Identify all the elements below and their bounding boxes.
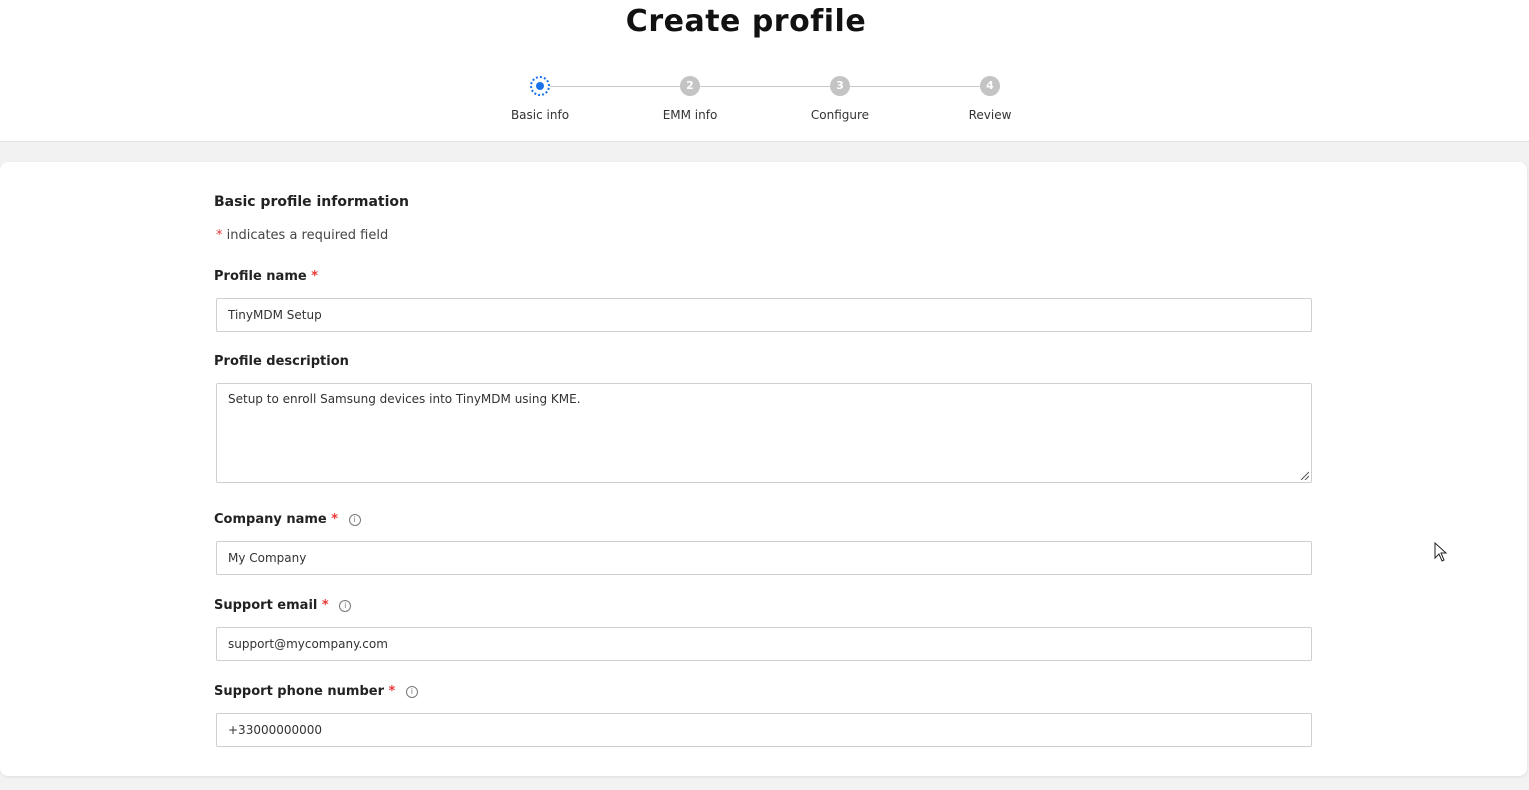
company-name-input[interactable]: My Company <box>216 541 1312 575</box>
profile-description-label: Profile description <box>214 354 349 369</box>
section-title: Basic profile information <box>214 194 410 210</box>
step-label: EMM info <box>662 108 718 122</box>
stepper-connector-line <box>540 86 990 87</box>
required-note-text: indicates a required field <box>222 228 389 243</box>
required-field-note: * indicates a required field <box>216 228 388 243</box>
step-label: Configure <box>810 108 870 122</box>
resize-handle-icon[interactable] <box>1299 470 1309 480</box>
required-star: * <box>311 269 319 284</box>
form-card: Basic profile information * indicates a … <box>0 162 1527 776</box>
support-email-label: Support email * i <box>214 598 352 613</box>
step-configure[interactable]: 3 Configure <box>780 76 900 122</box>
profile-name-label: Profile name * <box>214 269 318 284</box>
support-phone-label: Support phone number * i <box>214 684 418 699</box>
step-label: Basic info <box>510 108 570 122</box>
step-number-badge: 2 <box>680 76 700 96</box>
info-icon[interactable]: i <box>348 514 361 526</box>
page-title: Create profile <box>625 4 867 39</box>
support-email-input[interactable]: support@mycompany.com <box>216 627 1312 661</box>
support-phone-input[interactable]: +33000000000 <box>216 713 1312 747</box>
profile-name-input[interactable]: TinyMDM Setup <box>216 298 1312 332</box>
field-label-text: Company name <box>214 512 327 527</box>
field-label-text: Profile description <box>214 354 349 369</box>
textarea-value: Setup to enroll Samsung devices into Tin… <box>228 392 581 406</box>
field-label-text: Support email <box>214 598 318 613</box>
required-star: * <box>388 684 396 699</box>
field-label-text: Profile name <box>214 269 307 284</box>
step-basic-info[interactable]: Basic info <box>480 76 600 122</box>
page-header: Create profile Basic info 2 EMM info 3 C… <box>0 0 1529 142</box>
info-icon[interactable]: i <box>339 600 352 612</box>
required-star: * <box>331 512 339 527</box>
progress-stepper: Basic info 2 EMM info 3 Configure 4 Revi… <box>0 76 1529 136</box>
profile-description-textarea[interactable]: Setup to enroll Samsung devices into Tin… <box>216 383 1312 483</box>
step-number-badge: 4 <box>980 76 1000 96</box>
field-label-text: Support phone number <box>214 684 384 699</box>
step-active-indicator-icon <box>530 76 550 96</box>
step-number-badge: 3 <box>830 76 850 96</box>
step-emm-info[interactable]: 2 EMM info <box>630 76 750 122</box>
mouse-cursor-icon <box>1434 542 1448 562</box>
required-star: * <box>321 598 329 613</box>
step-label: Review <box>968 108 1012 122</box>
info-icon[interactable]: i <box>405 686 418 698</box>
step-review[interactable]: 4 Review <box>930 76 1050 122</box>
company-name-label: Company name * i <box>214 512 361 527</box>
